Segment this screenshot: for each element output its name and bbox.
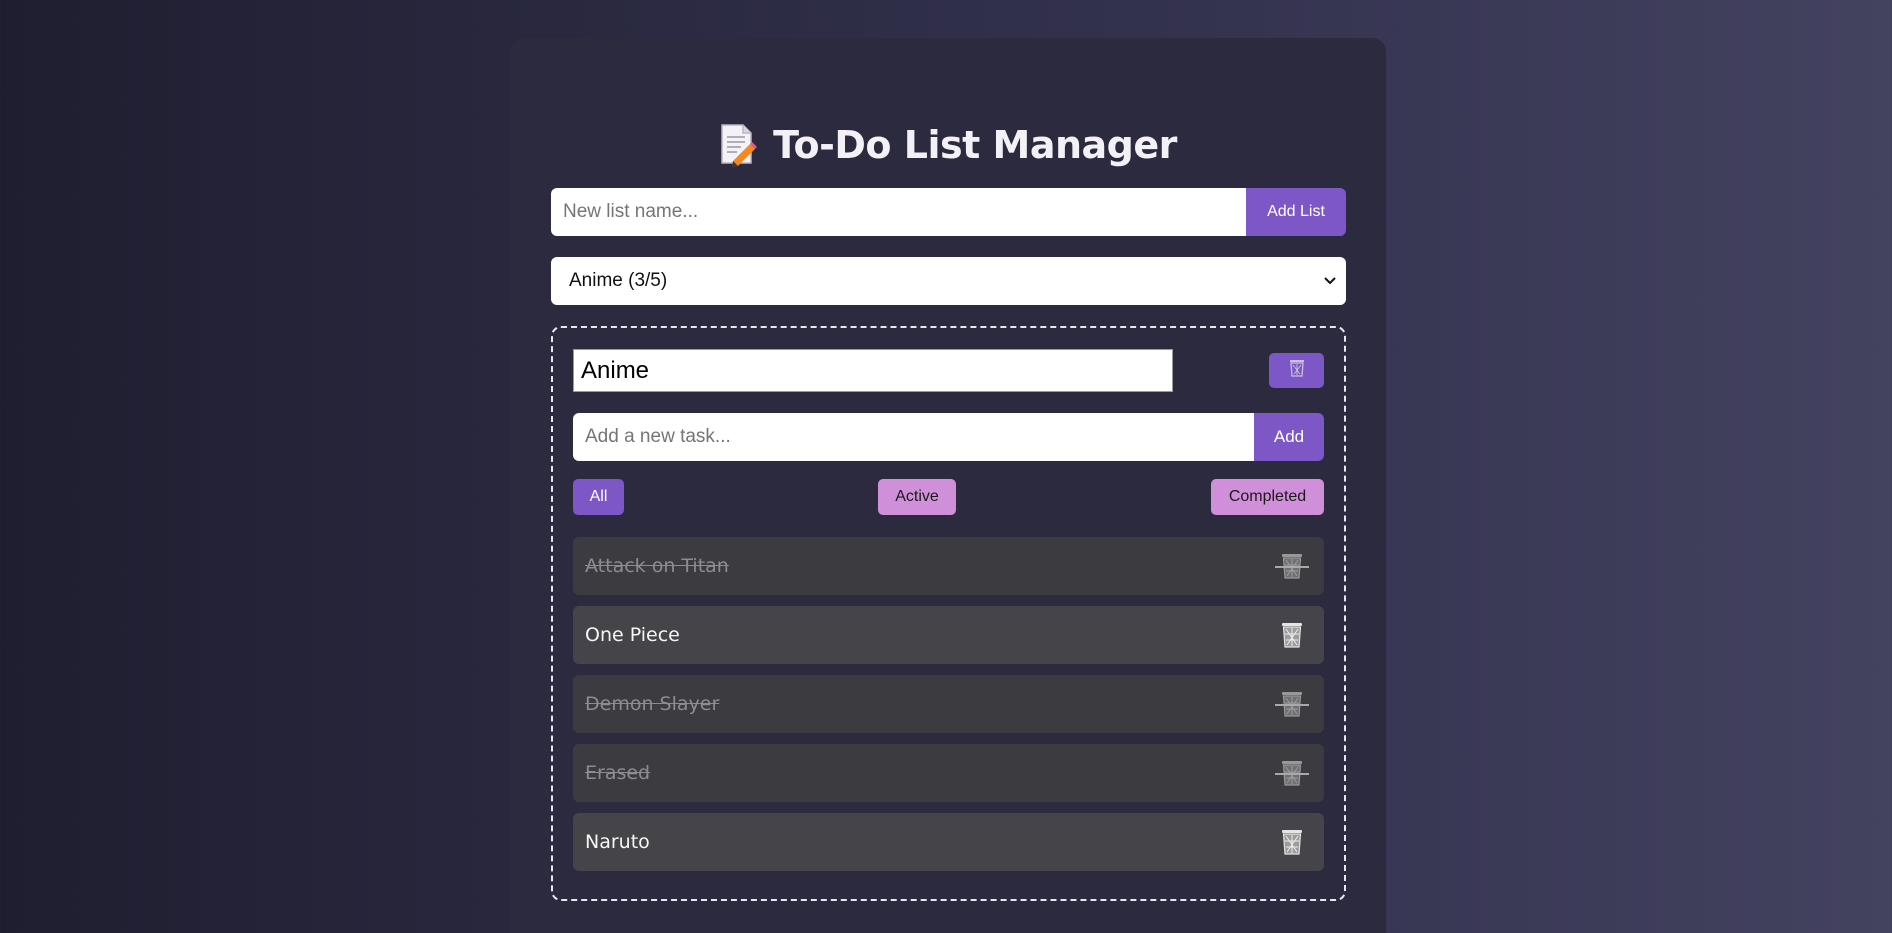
delete-task-button[interactable]	[1272, 753, 1312, 793]
add-task-button[interactable]: Add	[1254, 413, 1324, 461]
task-text: Demon Slayer	[585, 693, 720, 715]
task-item[interactable]: Demon Slayer	[573, 675, 1324, 733]
task-item[interactable]: Erased	[573, 744, 1324, 802]
header: To-Do List Manager	[510, 110, 1386, 180]
task-text: Attack on Titan	[585, 555, 729, 577]
task-item[interactable]: One Piece	[573, 606, 1324, 664]
trash-icon	[1289, 359, 1305, 382]
add-list-button[interactable]: Add List	[1246, 188, 1346, 236]
filter-completed-button[interactable]: Completed	[1211, 479, 1324, 515]
list-panel: Add All Active Completed Attack on Titan…	[551, 326, 1346, 901]
new-list-input[interactable]	[551, 188, 1246, 236]
page-title: To-Do List Manager	[773, 123, 1177, 167]
filter-bar: All Active Completed	[573, 479, 1324, 515]
trash-icon	[1282, 761, 1302, 786]
new-list-row: Add List	[551, 188, 1346, 236]
task-text: Naruto	[585, 831, 650, 853]
trash-icon	[1282, 623, 1302, 648]
chevron-down-icon	[1324, 272, 1336, 290]
list-select[interactable]: Anime (3/5)	[551, 257, 1346, 305]
delete-task-button[interactable]	[1272, 615, 1312, 655]
list-name-input[interactable]	[573, 349, 1173, 392]
new-task-row: Add	[573, 413, 1324, 461]
app-card: To-Do List Manager Add List Anime (3/5) …	[510, 38, 1386, 933]
filter-active-button[interactable]: Active	[878, 479, 956, 515]
trash-icon	[1282, 554, 1302, 579]
list-select-value: Anime (3/5)	[569, 270, 668, 291]
task-item[interactable]: Naruto	[573, 813, 1324, 871]
new-task-input[interactable]	[573, 413, 1254, 461]
memo-icon	[719, 123, 758, 167]
trash-icon	[1282, 830, 1302, 855]
delete-list-button[interactable]	[1269, 353, 1324, 388]
task-item[interactable]: Attack on Titan	[573, 537, 1324, 595]
task-list: Attack on Titan One Piece Demon Slayer E…	[573, 537, 1324, 882]
delete-task-button[interactable]	[1272, 684, 1312, 724]
filter-all-button[interactable]: All	[573, 479, 624, 515]
delete-task-button[interactable]	[1272, 822, 1312, 862]
task-text: One Piece	[585, 624, 680, 646]
delete-task-button[interactable]	[1272, 546, 1312, 586]
trash-icon	[1282, 692, 1302, 717]
task-text: Erased	[585, 762, 651, 784]
